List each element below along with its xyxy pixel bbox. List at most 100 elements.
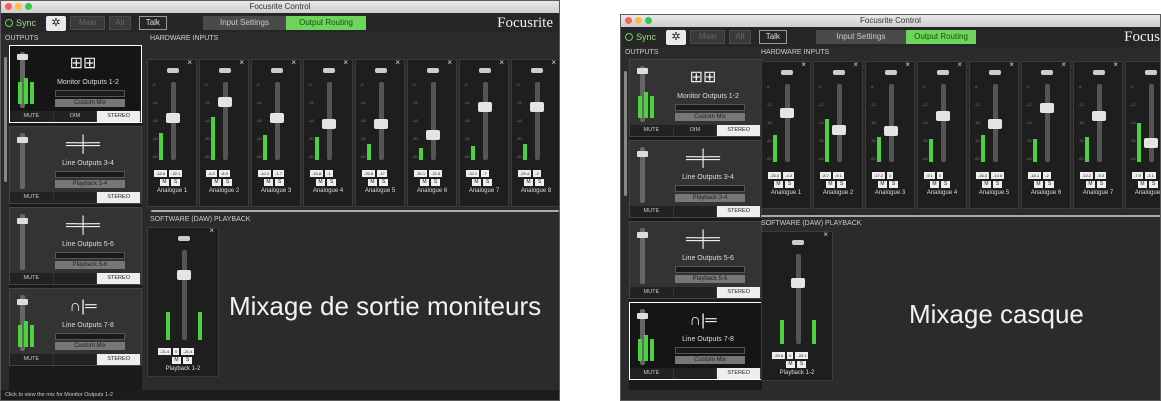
- fader-knob[interactable]: [322, 119, 336, 130]
- pan-knob[interactable]: [989, 70, 1001, 75]
- output-mix-label[interactable]: Custom Mix: [675, 356, 745, 364]
- inputs-scrollbar[interactable]: [151, 210, 559, 212]
- pan-knob[interactable]: [792, 240, 804, 245]
- outputs-scrollbar[interactable]: [624, 71, 627, 196]
- outputs-scrollbar[interactable]: [4, 57, 7, 182]
- output-mix-label[interactable]: Playback 3-4: [675, 194, 745, 202]
- output-fader-knob[interactable]: [17, 137, 28, 143]
- fader-track[interactable]: [535, 82, 540, 160]
- settings-button[interactable]: ✲: [46, 15, 67, 31]
- pan-knob[interactable]: [167, 68, 179, 73]
- fader-knob[interactable]: [780, 107, 794, 118]
- fader-knob[interactable]: [1040, 103, 1054, 114]
- close-icon[interactable]: ×: [447, 58, 452, 67]
- settings-button[interactable]: ✲: [666, 29, 687, 45]
- mute-button[interactable]: M: [172, 357, 181, 364]
- output-card[interactable]: ∩|═ Line Outputs 7-8 Custom Mix MUTE STEREO: [9, 288, 142, 366]
- solo-button[interactable]: S: [183, 357, 192, 364]
- solo-button[interactable]: S: [1097, 181, 1106, 188]
- tab-output-routing[interactable]: Output Routing: [906, 30, 976, 44]
- output-button-mute[interactable]: MUTE: [10, 273, 54, 284]
- close-icon[interactable]: ×: [1113, 60, 1118, 69]
- solo-button[interactable]: S: [171, 179, 180, 186]
- solo-button[interactable]: S: [223, 179, 232, 186]
- output-button-stereo[interactable]: STEREO: [97, 273, 142, 284]
- mute-button[interactable]: M: [1086, 181, 1095, 188]
- fader-track[interactable]: [1149, 84, 1154, 162]
- fader-track[interactable]: [785, 84, 790, 162]
- solo-button[interactable]: S: [431, 179, 440, 186]
- close-icon[interactable]: ×: [801, 60, 806, 69]
- output-button-blank[interactable]: [53, 354, 98, 365]
- mute-button[interactable]: M: [982, 181, 991, 188]
- solo-button[interactable]: S: [837, 181, 846, 188]
- output-button-stereo[interactable]: STEREO: [717, 287, 762, 298]
- fader-track[interactable]: [483, 82, 488, 160]
- output-button-mute[interactable]: MUTE: [630, 368, 674, 379]
- output-button-blank[interactable]: [53, 192, 98, 203]
- output-button-blank[interactable]: [673, 206, 718, 217]
- close-icon[interactable]: ×: [187, 58, 192, 67]
- fader-knob[interactable]: [478, 102, 492, 113]
- tab-output-routing[interactable]: Output Routing: [286, 16, 366, 30]
- fader-knob[interactable]: [374, 119, 388, 130]
- mute-button[interactable]: M: [774, 181, 783, 188]
- output-card[interactable]: ═╪═ Line Outputs 5-6 Playback 5-6 MUTE STERE…: [629, 221, 762, 299]
- pan-knob[interactable]: [885, 70, 897, 75]
- output-fader-knob[interactable]: [637, 151, 648, 157]
- output-button-blank[interactable]: [53, 273, 98, 284]
- mute-button[interactable]: M: [878, 181, 887, 188]
- solo-button[interactable]: S: [889, 181, 898, 188]
- output-mix-label[interactable]: Playback 5-6: [55, 261, 125, 269]
- pan-knob[interactable]: [833, 70, 845, 75]
- solo-button[interactable]: S: [327, 179, 336, 186]
- pan-knob[interactable]: [375, 68, 387, 73]
- close-icon[interactable]: ×: [957, 60, 962, 69]
- minimize-window-button[interactable]: [635, 17, 642, 24]
- pan-knob[interactable]: [178, 236, 190, 241]
- close-icon[interactable]: ×: [905, 60, 910, 69]
- close-icon[interactable]: ×: [343, 58, 348, 67]
- inputs-scrollbar[interactable]: [761, 215, 1160, 217]
- output-button-blank[interactable]: [673, 368, 718, 379]
- solo-button[interactable]: S: [483, 179, 492, 186]
- close-icon[interactable]: ×: [853, 60, 858, 69]
- solo-button[interactable]: S: [1045, 181, 1054, 188]
- fader-knob[interactable]: [884, 126, 898, 137]
- close-icon[interactable]: ×: [499, 58, 504, 67]
- main-button[interactable]: Main: [70, 16, 106, 30]
- mute-button[interactable]: M: [212, 179, 221, 186]
- minimize-window-button[interactable]: [15, 3, 22, 10]
- fader-knob[interactable]: [791, 278, 805, 288]
- output-button-stereo[interactable]: STEREO: [97, 192, 142, 203]
- fader-knob[interactable]: [166, 112, 180, 123]
- output-card[interactable]: ═╪═ Line Outputs 5-6 Playback 5-6 MUTE STERE…: [9, 207, 142, 285]
- pan-knob[interactable]: [271, 68, 283, 73]
- output-button-stereo[interactable]: STEREO: [717, 368, 762, 379]
- close-icon[interactable]: ×: [209, 226, 214, 235]
- pan-knob[interactable]: [1041, 70, 1053, 75]
- output-button-mute[interactable]: MUTE: [10, 192, 54, 203]
- pan-knob[interactable]: [531, 68, 543, 73]
- close-icon[interactable]: ×: [239, 58, 244, 67]
- output-button-stereo[interactable]: STEREO: [97, 111, 142, 122]
- fader-track[interactable]: [889, 84, 894, 162]
- fader-knob[interactable]: [218, 96, 232, 107]
- mute-button[interactable]: M: [1034, 181, 1043, 188]
- talk-button[interactable]: Talk: [138, 16, 167, 30]
- pan-knob[interactable]: [937, 70, 949, 75]
- fader-track[interactable]: [182, 250, 187, 340]
- close-icon[interactable]: ×: [551, 58, 556, 67]
- talk-button[interactable]: Talk: [758, 30, 787, 44]
- fader-track[interactable]: [796, 254, 801, 344]
- fader-knob[interactable]: [988, 119, 1002, 130]
- output-card[interactable]: ⊞⊞ Monitor Outputs 1-2 Custom Mix MUTE DIM ST…: [9, 45, 142, 123]
- fader-track[interactable]: [837, 84, 842, 162]
- mute-button[interactable]: M: [1138, 181, 1147, 188]
- output-button-mute[interactable]: MUTE: [630, 125, 674, 136]
- pan-knob[interactable]: [479, 68, 491, 73]
- close-icon[interactable]: ×: [291, 58, 296, 67]
- pan-knob[interactable]: [323, 68, 335, 73]
- mute-button[interactable]: M: [472, 179, 481, 186]
- fader-knob[interactable]: [832, 124, 846, 135]
